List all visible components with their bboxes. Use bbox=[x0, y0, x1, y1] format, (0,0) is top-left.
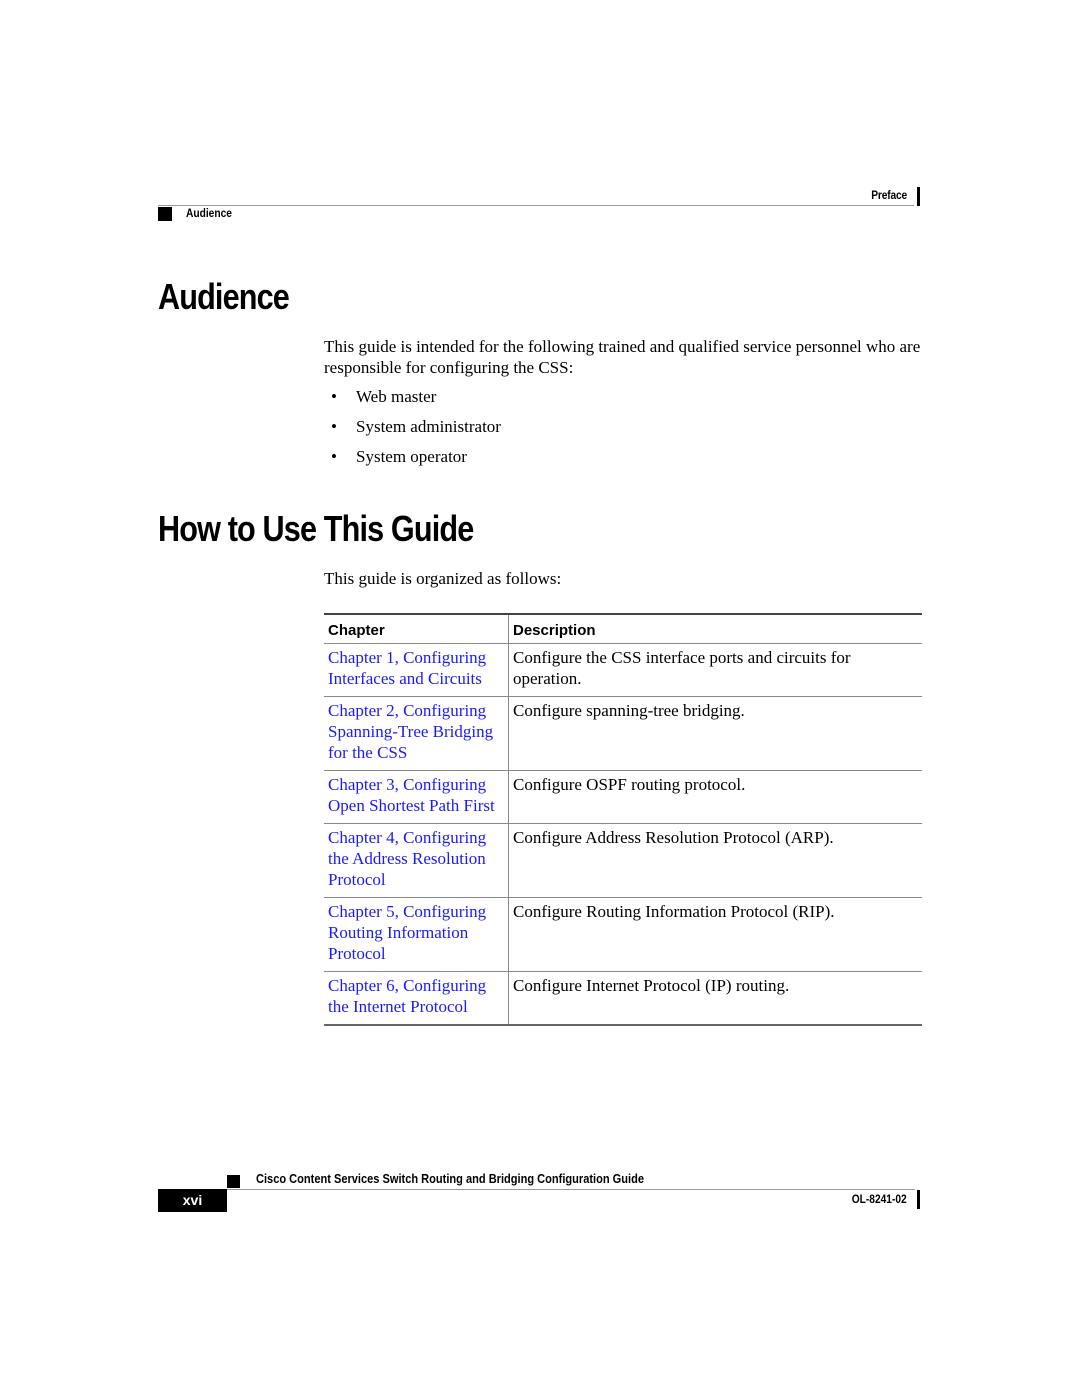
footer-bar-mark bbox=[917, 1190, 920, 1209]
audience-list: • Web master • System administrator • Syste… bbox=[324, 386, 501, 476]
bullet-icon: • bbox=[331, 387, 337, 406]
header-bar-mark bbox=[917, 187, 920, 206]
table-row: Chapter 2, Configuring Spanning-Tree Bri… bbox=[324, 696, 922, 771]
chapter-link[interactable]: Chapter 1, Configuring Interfaces and Ci… bbox=[328, 648, 486, 688]
table-row: Chapter 3, Configuring Open Shortest Pat… bbox=[324, 770, 922, 824]
chapter-link[interactable]: Chapter 5, Configuring Routing Informati… bbox=[328, 902, 486, 963]
how-to-use-intro: This guide is organized as follows: bbox=[324, 569, 562, 588]
heading-audience: Audience bbox=[158, 276, 290, 317]
list-item: • System administrator bbox=[324, 416, 501, 446]
list-item: • Web master bbox=[324, 386, 501, 416]
chapter-description: Configure the CSS interface ports and ci… bbox=[508, 643, 922, 697]
chapter-description: Configure OSPF routing protocol. bbox=[508, 770, 922, 824]
header-square-mark bbox=[158, 207, 172, 221]
chapter-description: Configure Address Resolution Protocol (A… bbox=[508, 823, 922, 898]
column-header-description: Description bbox=[508, 613, 922, 644]
table-row: Chapter 5, Configuring Routing Informati… bbox=[324, 897, 922, 972]
chapter-link[interactable]: Chapter 4, Configuring the Address Resol… bbox=[328, 828, 486, 889]
table-row: Chapter 1, Configuring Interfaces and Ci… bbox=[324, 643, 922, 697]
table-header-row: Chapter Description bbox=[324, 613, 922, 644]
chapter-description: Configure Internet Protocol (IP) routing… bbox=[508, 971, 922, 1026]
audience-intro: This guide is intended for the following… bbox=[324, 337, 921, 377]
footer-rule bbox=[227, 1189, 915, 1190]
header-chapter-label: Preface bbox=[871, 188, 907, 202]
list-item-text: System administrator bbox=[356, 417, 501, 436]
bullet-icon: • bbox=[331, 447, 337, 466]
header-rule bbox=[158, 205, 914, 206]
chapter-description: Configure spanning-tree bridging. bbox=[508, 696, 922, 771]
chapter-link[interactable]: Chapter 3, Configuring Open Shortest Pat… bbox=[328, 775, 495, 815]
page-number: xvi bbox=[158, 1189, 227, 1212]
footer-guide-title: Cisco Content Services Switch Routing an… bbox=[256, 1171, 644, 1186]
table-row: Chapter 4, Configuring the Address Resol… bbox=[324, 823, 922, 898]
chapter-description: Configure Routing Information Protocol (… bbox=[508, 897, 922, 972]
chapter-table: Chapter Description Chapter 1, Configuri… bbox=[324, 613, 922, 1026]
doc-number: OL-8241-02 bbox=[852, 1192, 907, 1206]
heading-how-to-use: How to Use This Guide bbox=[158, 508, 474, 549]
list-item: • System operator bbox=[324, 446, 501, 476]
bullet-icon: • bbox=[331, 417, 337, 436]
list-item-text: System operator bbox=[356, 447, 467, 466]
chapter-link[interactable]: Chapter 6, Configuring the Internet Prot… bbox=[328, 976, 486, 1016]
table-row: Chapter 6, Configuring the Internet Prot… bbox=[324, 971, 922, 1026]
chapter-link[interactable]: Chapter 2, Configuring Spanning-Tree Bri… bbox=[328, 701, 493, 762]
list-item-text: Web master bbox=[356, 387, 437, 406]
column-header-chapter: Chapter bbox=[324, 613, 509, 644]
header-section-label: Audience bbox=[186, 206, 232, 220]
footer-square-mark bbox=[227, 1175, 240, 1188]
